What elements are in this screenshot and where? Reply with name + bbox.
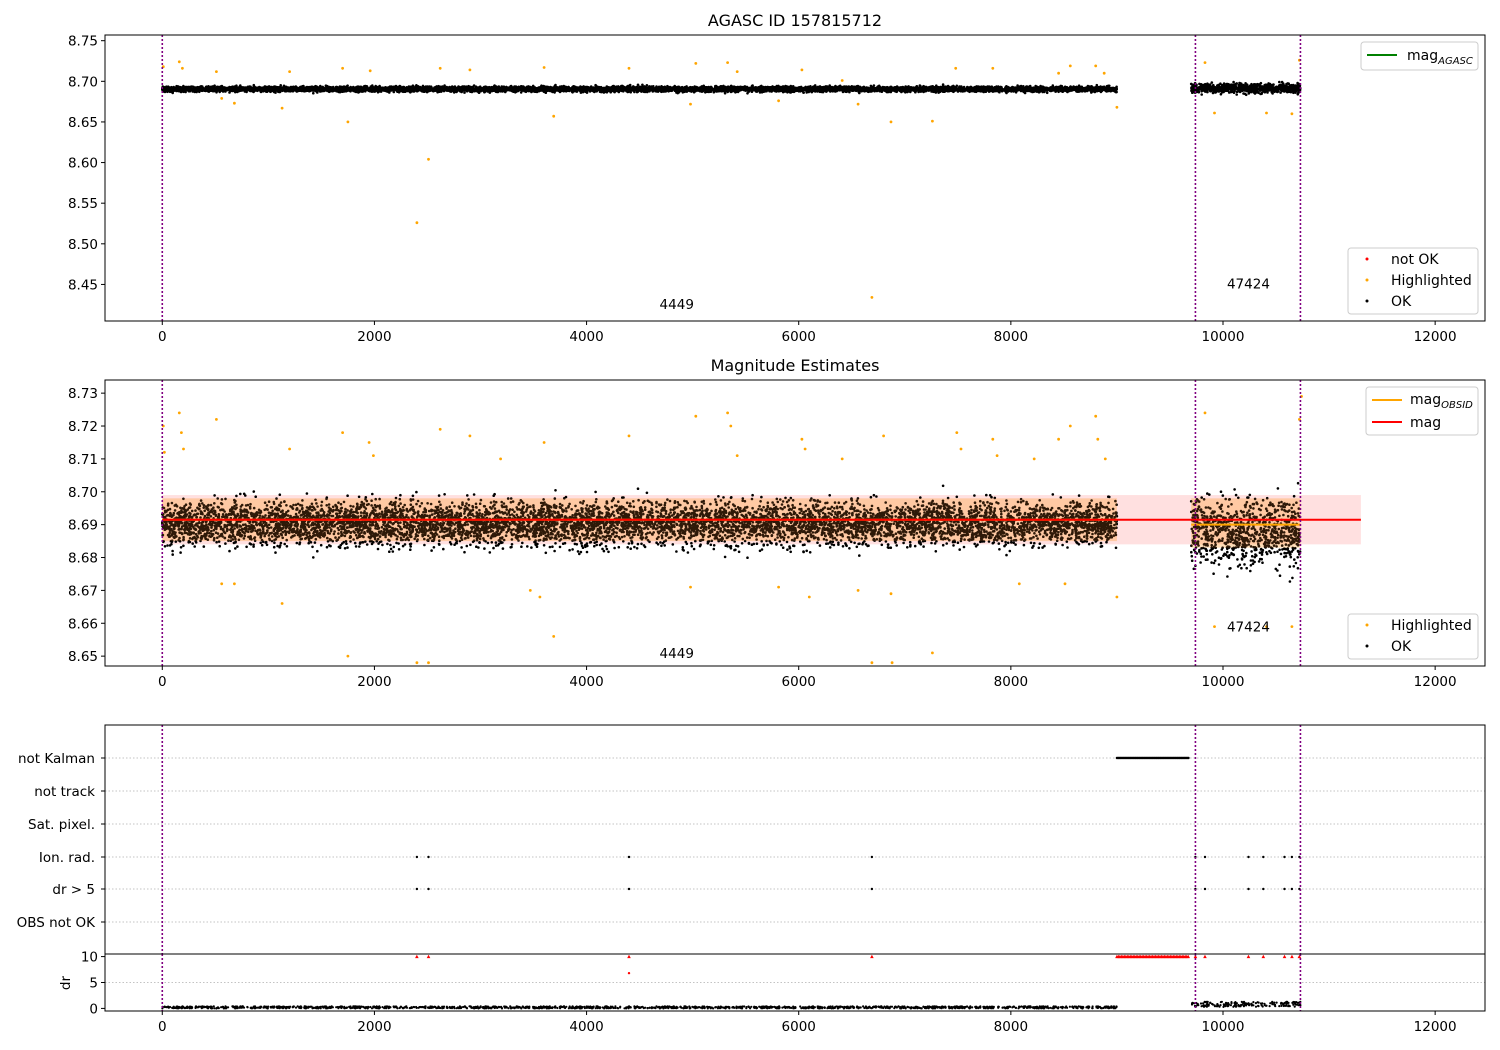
agasc-ok-point [802, 91, 805, 94]
agasc-ok-point [1108, 84, 1111, 88]
agasc-ok-point [463, 91, 466, 94]
agasc-ok-point [371, 84, 374, 87]
figure: AGASC ID 157815712 444947424 8.458.508.5… [0, 0, 1500, 1050]
agasc-ok-point [750, 84, 754, 88]
agasc-ok-point [645, 84, 649, 87]
agasc-ok-point [239, 84, 242, 87]
agasc-ok-point [346, 84, 349, 87]
agasc-ok-point [312, 91, 315, 95]
agasc-title: AGASC ID 157815712 [708, 11, 882, 30]
agasc-ok-point [941, 85, 945, 88]
